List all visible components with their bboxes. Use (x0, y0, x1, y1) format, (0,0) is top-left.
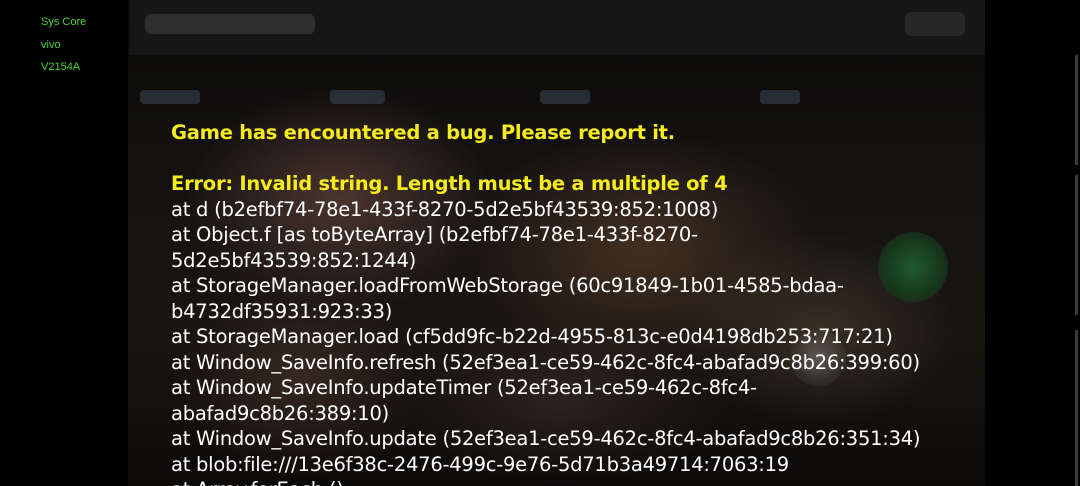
device-model: V2154A (41, 61, 81, 73)
stack-trace-line: at Array.forEach () (171, 477, 971, 486)
scroll-mark (1075, 330, 1078, 486)
scroll-mark (1075, 55, 1078, 165)
game-title-blurred (145, 14, 315, 34)
stack-trace-line: at Window_SaveInfo.update (52ef3ea1-ce59… (171, 427, 921, 450)
error-panel: Game has encountered a bug. Please repor… (171, 120, 971, 486)
stack-trace-line: at Object.f [as toByteArray] (b2efbf74-7… (171, 223, 698, 246)
device-brand: vivo (41, 38, 61, 51)
stack-trace-line: 5d2e5bf43539:852:1244) (171, 248, 416, 272)
game-tab-blurred (540, 90, 590, 104)
game-tab-blurred (140, 90, 200, 104)
stack-trace-line: at d (b2efbf74-78e1-433f-8270-5d2e5bf435… (171, 197, 719, 221)
stack-trace-line: at StorageManager.loadFromWebStorage (60… (171, 274, 844, 297)
error-headline: Game has encountered a bug. Please repor… (171, 121, 675, 144)
right-letterbox (985, 0, 1080, 486)
stack-trace-line: at StorageManager.load (cf5dd9fc-b22d-49… (171, 325, 893, 348)
stack-trace-line: at blob:file:///13e6f38c-2476-499c-9e76-… (171, 452, 789, 476)
game-tab-blurred (330, 90, 385, 104)
game-tab-blurred (760, 90, 800, 104)
screen: Sys Core vivo V2154A Game has encountere… (0, 0, 1080, 486)
stack-trace-line: abafad9c8b26:389:10) (171, 401, 389, 425)
game-top-right-blurred (905, 12, 965, 36)
stack-trace-line: b4732df35931:923:33) (171, 299, 393, 323)
edge-scrollbar[interactable] (1075, 55, 1078, 486)
scroll-mark (1075, 175, 1078, 315)
device-app-name: Sys Core (41, 16, 87, 28)
error-title: Error: Invalid string. Length must be a … (171, 172, 728, 195)
stack-trace-line: at Window_SaveInfo.updateTimer (52ef3ea1… (171, 376, 757, 399)
stack-trace-line: at Window_SaveInfo.refresh (52ef3ea1-ce5… (171, 350, 920, 374)
device-info-overlay: Sys Core vivo V2154A (41, 11, 86, 79)
